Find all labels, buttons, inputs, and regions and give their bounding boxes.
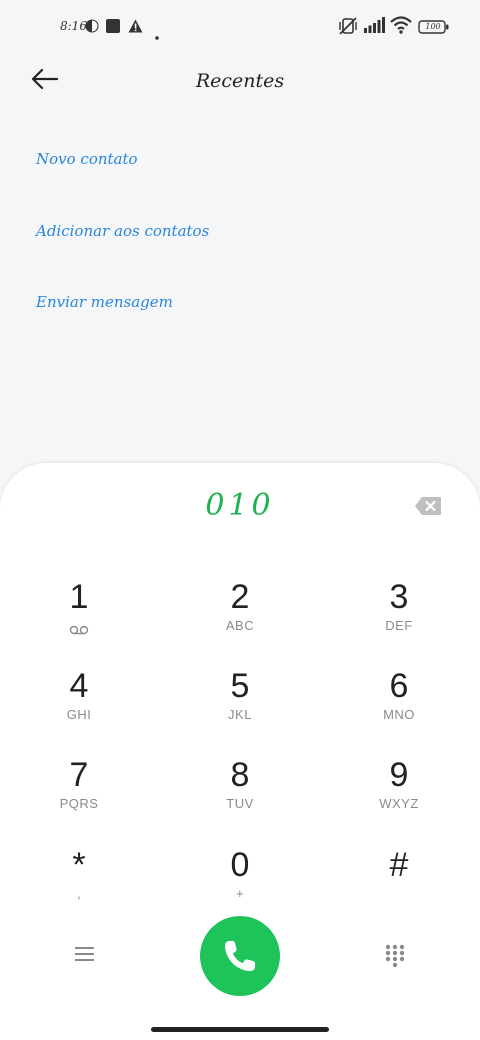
key-hash[interactable]: # bbox=[344, 846, 454, 926]
square-notification-icon bbox=[106, 18, 120, 37]
wifi-icon bbox=[390, 16, 412, 38]
key-1[interactable]: 1 bbox=[24, 578, 134, 658]
key-letters: PQRS bbox=[59, 796, 99, 811]
send-message-link[interactable]: Enviar mensagem bbox=[36, 293, 173, 311]
menu-button[interactable] bbox=[74, 944, 96, 964]
key-5[interactable]: 5 JKL bbox=[185, 667, 295, 747]
key-letters: DEF bbox=[385, 618, 413, 633]
status-bar: 8:16 100 bbox=[0, 0, 480, 56]
key-digit: # bbox=[389, 846, 409, 884]
key-letters: + bbox=[235, 886, 245, 901]
battery-level: 100 bbox=[425, 22, 441, 31]
signal-icon bbox=[364, 17, 386, 37]
key-9[interactable]: 9 WXYZ bbox=[344, 756, 454, 836]
page-title: Recentes bbox=[195, 70, 285, 92]
key-letters: JKL bbox=[228, 707, 252, 722]
key-letters: MNO bbox=[383, 707, 415, 722]
key-letters: GHI bbox=[66, 707, 92, 722]
key-6[interactable]: 6 MNO bbox=[344, 667, 454, 747]
key-digit: 0 bbox=[230, 846, 250, 884]
key-0[interactable]: 0 + bbox=[185, 846, 295, 926]
key-star[interactable]: * , bbox=[24, 846, 134, 926]
moon-icon bbox=[85, 18, 99, 37]
key-7[interactable]: 7 PQRS bbox=[24, 756, 134, 836]
call-button[interactable] bbox=[200, 916, 280, 996]
key-digit: 2 bbox=[230, 578, 250, 616]
key-digit: 9 bbox=[389, 756, 409, 794]
key-letters: ABC bbox=[225, 618, 255, 633]
key-digit: 7 bbox=[69, 756, 89, 794]
dialpad-toggle-button[interactable] bbox=[385, 944, 405, 968]
vibrate-off-icon bbox=[338, 16, 358, 40]
key-2[interactable]: 2 ABC bbox=[185, 578, 295, 658]
key-letters: , bbox=[76, 886, 82, 901]
dialpad-icon bbox=[385, 944, 405, 972]
key-4[interactable]: 4 GHI bbox=[24, 667, 134, 747]
backspace-icon bbox=[414, 497, 442, 520]
key-digit: 8 bbox=[230, 756, 250, 794]
new-contact-link[interactable]: Novo contato bbox=[36, 150, 138, 168]
key-digit: 5 bbox=[230, 667, 250, 705]
dialed-number[interactable]: 010 bbox=[0, 488, 480, 523]
key-digit: 6 bbox=[389, 667, 409, 705]
backspace-button[interactable] bbox=[414, 496, 442, 516]
warning-icon bbox=[128, 18, 143, 37]
key-digit: * bbox=[72, 846, 86, 884]
key-digit: 1 bbox=[69, 578, 89, 616]
add-to-contacts-link[interactable]: Adicionar aos contatos bbox=[36, 222, 209, 240]
key-digit: 4 bbox=[69, 667, 89, 705]
key-8[interactable]: 8 TUV bbox=[185, 756, 295, 836]
key-3[interactable]: 3 DEF bbox=[344, 578, 454, 658]
status-time: 8:16 bbox=[60, 19, 87, 33]
dot-icon bbox=[155, 25, 159, 44]
key-letters: WXYZ bbox=[379, 796, 419, 811]
home-indicator[interactable] bbox=[151, 1027, 329, 1032]
key-letters: TUV bbox=[226, 796, 254, 811]
voicemail-icon bbox=[24, 620, 134, 639]
hamburger-menu-icon bbox=[74, 947, 96, 968]
key-digit: 3 bbox=[389, 578, 409, 616]
